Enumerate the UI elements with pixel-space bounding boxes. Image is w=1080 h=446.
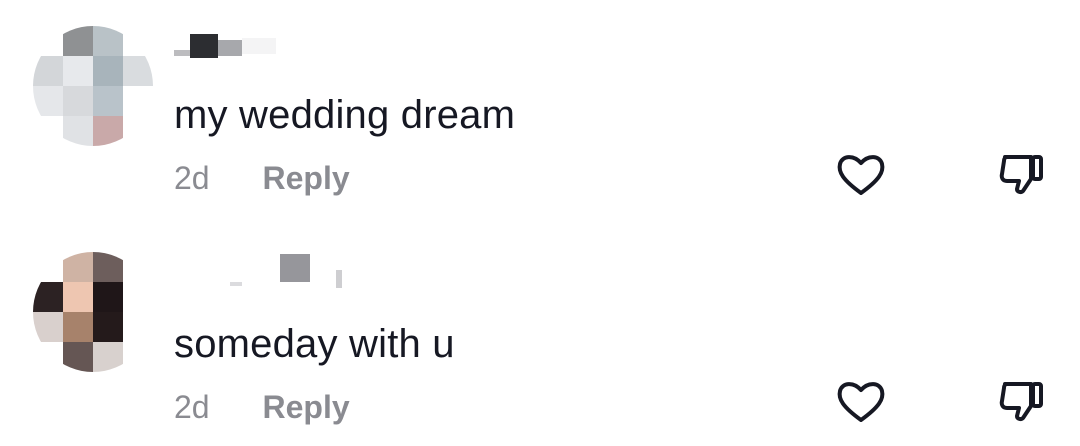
reply-button[interactable]: Reply xyxy=(262,160,349,196)
thumbs-down-icon[interactable] xyxy=(993,147,1049,203)
reply-button[interactable]: Reply xyxy=(262,389,349,425)
comment-meta: 2d Reply xyxy=(174,389,350,426)
comment-text: someday with u xyxy=(174,322,455,366)
avatar[interactable] xyxy=(33,26,153,146)
comment-text: my wedding dream xyxy=(174,93,516,137)
comment-meta: 2d Reply xyxy=(174,160,350,197)
comment-age: 2d xyxy=(174,160,210,196)
comment-item: someday with u 2d Reply xyxy=(0,226,1080,446)
comment-item: my wedding dream 2d Reply xyxy=(0,0,1080,220)
thumbs-down-icon[interactable] xyxy=(993,374,1049,430)
heart-outline-icon[interactable] xyxy=(833,374,889,430)
avatar[interactable] xyxy=(33,252,153,372)
heart-outline-icon[interactable] xyxy=(833,147,889,203)
comment-age: 2d xyxy=(174,389,210,425)
